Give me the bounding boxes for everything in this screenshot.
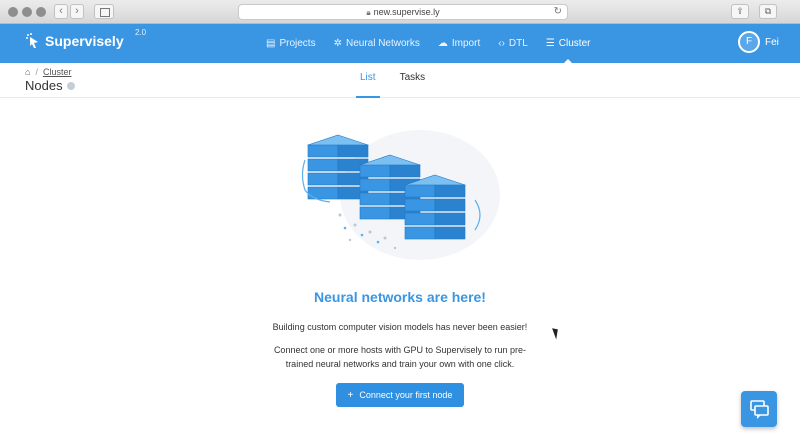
tab-list[interactable]: List — [356, 63, 380, 98]
page-title: Nodes — [25, 78, 75, 93]
close-window-icon[interactable] — [8, 7, 18, 17]
back-button[interactable]: ‹ — [54, 4, 68, 19]
address-bar[interactable]: 🔒︎ new.supervise.ly ↻ — [238, 4, 568, 20]
nav-label: Projects — [279, 38, 316, 49]
connect-node-label: Connect your first node — [359, 390, 453, 400]
cloud-upload-icon: ☁ — [437, 38, 448, 49]
servers-illustration — [301, 130, 500, 260]
nav-label: DTL — [508, 38, 528, 49]
tabs: List Tasks — [356, 63, 445, 98]
forward-button[interactable]: › — [70, 4, 84, 19]
brand-name: Supervisely — [45, 33, 124, 49]
user-menu[interactable]: F Fei — [738, 31, 779, 53]
maximize-window-icon[interactable] — [36, 7, 46, 17]
home-icon[interactable]: ⌂ — [25, 67, 30, 77]
code-icon: ‹› — [498, 38, 505, 49]
page-header: ⌂ / Cluster Nodes List Tasks — [0, 63, 800, 98]
tab-tasks[interactable]: Tasks — [396, 63, 430, 98]
breadcrumb-cluster-link[interactable]: Cluster — [43, 67, 72, 77]
nav-projects[interactable]: ▤ Projects — [266, 24, 316, 63]
list-icon: ☰ — [545, 38, 555, 49]
sidebar-toggle-button[interactable] — [94, 4, 114, 19]
lock-icon: 🔒︎ — [366, 8, 371, 17]
empty-state-subtitle: Building custom computer vision models h… — [272, 322, 528, 332]
nav-label: Import — [451, 38, 481, 49]
main-nav: ▤ Projects ✲ Neural Networks ☁ Import ‹›… — [266, 24, 608, 63]
browser-toolbar: ‹ › 🔒︎ new.supervise.ly ↻ ⇪ ⧉ — [0, 0, 800, 24]
brand-version: 2.0 — [135, 28, 147, 37]
nav-cluster[interactable]: ☰ Cluster — [545, 24, 591, 63]
user-name: Fei — [765, 36, 779, 48]
nav-neural-networks[interactable]: ✲ Neural Networks — [334, 24, 420, 63]
nav-label: Neural Networks — [345, 38, 420, 49]
avatar: F — [738, 31, 760, 53]
nav-dtl[interactable]: ‹› DTL — [498, 24, 528, 63]
page-title-text: Nodes — [25, 78, 63, 93]
minimize-window-icon[interactable] — [22, 7, 32, 17]
share-button[interactable]: ⇪ — [731, 4, 749, 19]
help-icon[interactable] — [66, 81, 75, 90]
logo-icon — [26, 33, 38, 48]
app-header: Supervisely 2.0 ▤ Projects ✲ Neural Netw… — [0, 24, 800, 63]
tabs-overview-button[interactable]: ⧉ — [759, 4, 777, 19]
logo[interactable]: Supervisely 2.0 — [26, 28, 146, 49]
empty-state-title: Neural networks are here! — [314, 289, 486, 305]
connect-node-button[interactable]: + Connect your first node — [336, 383, 464, 407]
nav-label: Cluster — [558, 38, 591, 49]
breadcrumb-separator: / — [35, 67, 38, 77]
projects-icon: ▤ — [266, 38, 276, 49]
plus-icon: + — [347, 389, 354, 401]
empty-state-description: Connect one or more hosts with GPU to Su… — [273, 345, 527, 369]
chat-button[interactable] — [741, 391, 777, 427]
neural-networks-icon: ✲ — [333, 38, 342, 49]
reload-icon[interactable]: ↻ — [554, 5, 562, 19]
chat-icon — [750, 400, 769, 419]
breadcrumb: ⌂ / Cluster — [25, 67, 71, 77]
url-text: new.supervise.ly — [373, 7, 440, 17]
nav-import[interactable]: ☁ Import — [438, 24, 480, 63]
